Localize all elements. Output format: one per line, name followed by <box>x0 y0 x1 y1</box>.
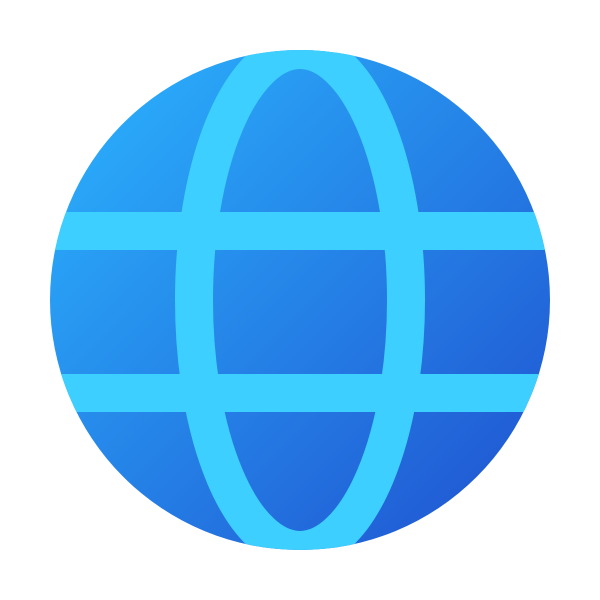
latitude-line-bottom <box>50 374 550 412</box>
globe-icon <box>50 50 550 550</box>
latitude-line-top <box>50 212 550 250</box>
globe-body <box>50 50 550 550</box>
icon-canvas <box>0 0 600 600</box>
